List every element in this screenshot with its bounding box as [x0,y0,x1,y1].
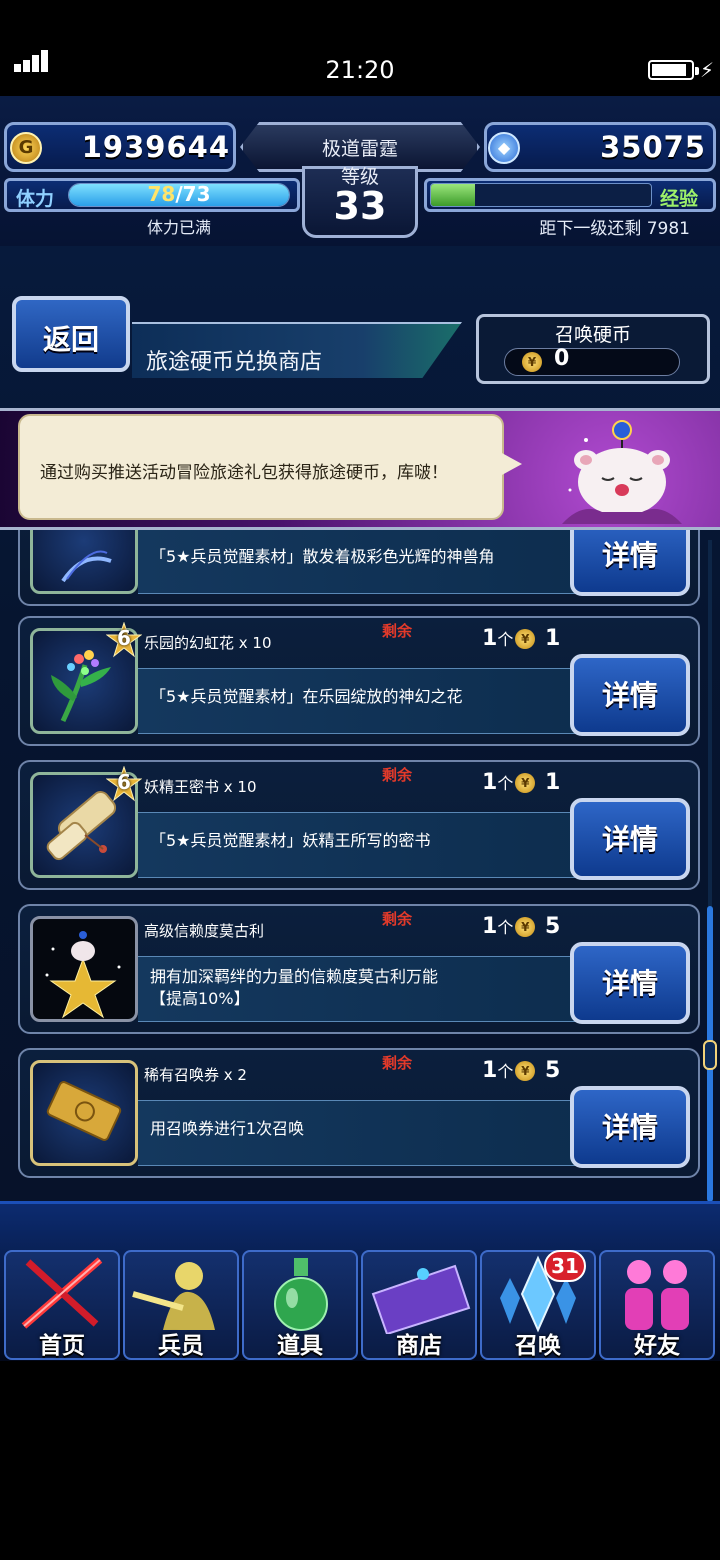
item-name: 稀有召唤券 x 2 [144,1066,247,1084]
status-time: 21:20 [325,56,395,84]
ticket-icon [46,1081,122,1141]
speech-bubble-tail [500,452,522,476]
summon-coin-value: 0 [554,346,570,371]
list-item: 「5★兵员觉醒素材」散发着极彩色光辉的神兽角 详情 [18,530,700,606]
exp-remaining: 距下一级还剩 7981 [539,219,690,239]
stamina-value: 78/73 [68,182,290,206]
price-value: 5 [545,914,561,939]
item-price: 1个 ¥ 1 [482,626,560,651]
rarity-number: 6 [117,626,131,650]
screen-bottom [0,1361,720,1560]
stamina-max: /73 [175,182,211,206]
quantity-unit: 个 [497,774,514,793]
battery-icon [648,60,699,80]
shop-icon [371,1264,471,1334]
remaining-label: 剩余 [382,1054,413,1072]
nav-items-label[interactable]: 道具 [242,1326,358,1360]
charging-icon: ⚡ [699,58,714,82]
remaining-label: 剩余 [382,910,413,928]
gil-amount: 1939644 [81,130,230,164]
price-value: 1 [545,770,561,795]
friends-icon [625,1260,689,1330]
moogle-icon [562,420,682,524]
item-description: 「5★兵员觉醒素材」在乐园绽放的神幻之花 [150,687,463,706]
rarity-number: 6 [117,770,131,794]
item-description: 用召唤券进行1次召唤 [150,1119,305,1138]
item-price: 1个 ¥ 5 [482,914,560,939]
item-name: 妖精王密书 x 10 [144,778,257,796]
summon-badge: 31 [544,1250,586,1282]
list-item: 高级信赖度莫古利 剩余 1个 ¥ 5 拥有加深羁绊的力量的信赖度莫古利万能 【提高1… [18,904,700,1034]
quantity-unit: 个 [497,918,514,937]
coin-icon: ¥ [515,1061,536,1081]
item-price: 1个 ¥ 1 [482,770,560,795]
lapis-gem-icon[interactable]: ◆ [488,132,520,164]
detail-button-label[interactable]: 详情 [570,818,690,858]
home-swords-icon [21,1257,103,1329]
item-quantity: 1 [482,770,498,795]
shop-title: 旅途硬币兑换商店 [146,350,323,375]
item-thumbnail [30,1060,138,1166]
detail-button-label[interactable]: 详情 [570,534,690,574]
nav-shop-label[interactable]: 商店 [361,1326,477,1360]
stamina-current: 78 [147,182,176,206]
nav-summon-label[interactable]: 召唤 [480,1326,596,1360]
list-item: 6 妖精王密书 x 10 剩余 1个 ¥ 1 「5★兵员觉醒素材」妖精王所写的密书… [18,760,700,890]
summon-coin-icon: ¥ [522,352,542,372]
item-description: 「5★兵员觉醒素材」妖精王所写的密书 [150,831,431,850]
list-item: 6 乐园的幻虹花 x 10 剩余 1个 ¥ 1 「5★兵员觉醒素材」在乐园绽放的神… [18,616,700,746]
scrollbar-handle[interactable] [703,1040,717,1070]
detail-button-label[interactable]: 详情 [570,962,690,1002]
item-quantity: 1 [482,914,498,939]
item-price: 1个 ¥ 5 [482,1058,560,1083]
item-thumbnail [30,530,138,594]
item-thumbnail [30,916,138,1022]
summon-coin-title: 召唤硬币 [554,324,631,346]
shop-item-list[interactable]: 「5★兵员觉醒素材」散发着极彩色光辉的神兽角 详情 6 乐园的幻虹花 x 10 … [0,530,720,1201]
nav-friends-label[interactable]: 好友 [599,1326,715,1360]
coin-icon: ¥ [515,629,536,649]
exp-bar [430,183,652,207]
quantity-unit: 个 [497,1062,514,1081]
quantity-unit: 个 [497,630,514,649]
stamina-label: 体力 [16,188,55,210]
remaining-label: 剩余 [382,622,413,640]
moogle-star-icon [45,931,121,1019]
back-button-label[interactable]: 返回 [12,318,130,358]
exp-fill [431,184,475,206]
status-bar: 21:20 ⚡ [0,0,720,96]
item-name: 乐园的幻虹花 x 10 [144,634,272,652]
price-value: 1 [545,626,561,651]
lapis-amount: 35075 [600,130,706,164]
nav-home-label[interactable]: 首页 [4,1326,120,1360]
detail-button-label[interactable]: 详情 [570,1106,690,1146]
horn-icon [61,550,112,583]
item-quantity: 1 [482,626,498,651]
price-value: 5 [545,1058,561,1083]
exp-label: 经验 [660,188,699,210]
rank-title: 极道雷霆 [321,138,398,160]
banner-message: 通过购买推送活动冒险旅途礼包获得旅途硬币，库啵！ [40,463,448,483]
item-quantity: 1 [482,1058,498,1083]
stamina-status: 体力已满 [146,218,211,237]
potion-icon [274,1258,328,1331]
list-item: 稀有召唤券 x 2 剩余 1个 ¥ 5 用召唤券进行1次召唤 详情 [18,1048,700,1178]
coin-icon: ¥ [515,773,536,793]
remaining-label: 剩余 [382,766,413,784]
units-icon [132,1262,215,1330]
item-name: 高级信赖度莫古利 [144,922,265,940]
item-description-line: 【提高10%】 [150,989,250,1008]
coin-icon: ¥ [515,917,536,937]
level-value: 33 [333,184,387,228]
nav-units-label[interactable]: 兵员 [123,1326,239,1360]
gil-coin-icon: G [10,132,42,164]
item-description-line: 拥有加深羁绊的力量的信赖度莫古利万能 [150,967,439,986]
item-description: 拥有加深羁绊的力量的信赖度莫古利万能 【提高10%】 [150,966,590,1010]
detail-button-label[interactable]: 详情 [570,674,690,714]
item-description: 「5★兵员觉醒素材」散发着极彩色光辉的神兽角 [150,547,495,566]
